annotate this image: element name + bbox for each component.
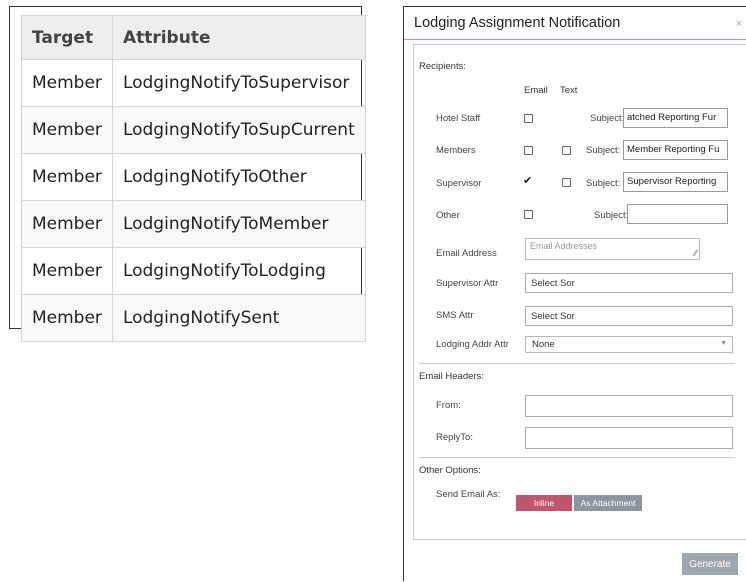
text-column-header: Text: [560, 85, 578, 96]
table-row: Member LodgingNotifyToSupCurrent: [21, 106, 366, 154]
table-row: Member LodgingNotifyToLodging: [21, 247, 366, 295]
lodging-addr-attr-value: None: [532, 339, 555, 350]
resize-handle-icon[interactable]: ⁄⁄: [694, 249, 697, 258]
hotel-staff-subject-input[interactable]: atched Reporting Fur: [623, 108, 728, 128]
lodging-addr-attr-select[interactable]: None ▼: [525, 336, 733, 353]
modal-body: Recipients: Email Text Hotel Staff Subje…: [413, 44, 746, 540]
supervisor-subject-input[interactable]: Supervisor Reporting: [623, 172, 728, 192]
table-row: Member LodgingNotifyToOther: [21, 153, 366, 201]
members-subject-input[interactable]: Member Reporting Fu: [623, 140, 728, 160]
target-cell: Member: [21, 106, 113, 154]
subject-label: Subject:: [586, 178, 621, 189]
replyto-label: ReplyTo:: [436, 432, 473, 443]
other-subject-input[interactable]: [627, 204, 728, 224]
from-input[interactable]: [525, 395, 733, 417]
sms-attr-label: SMS Attr: [436, 310, 474, 321]
target-cell: Member: [21, 59, 113, 107]
modal-header: Lodging Assignment Notification ×: [404, 7, 746, 40]
recipients-label: Recipients:: [419, 61, 466, 72]
target-column-header: Target: [21, 15, 113, 60]
attribute-column-header: Attribute: [111, 15, 366, 60]
table-row: Member LodgingNotifyToMember: [21, 200, 366, 248]
recipient-label-members: Members: [436, 145, 476, 156]
as-attachment-button[interactable]: As Attachment: [574, 495, 642, 511]
attribute-cell: LodgingNotifyToMember: [111, 200, 366, 248]
subject-label: Subject:: [594, 210, 629, 221]
attribute-cell: LodgingNotifyToLodging: [111, 247, 366, 295]
email-address-label: Email Address: [436, 248, 497, 259]
target-cell: Member: [21, 200, 113, 248]
replyto-input[interactable]: [525, 427, 733, 449]
subject-label: Subject:: [586, 145, 621, 156]
section-divider: [419, 457, 735, 458]
email-column-header: Email: [524, 85, 548, 96]
modal-footer: Generate: [404, 542, 746, 582]
attribute-cell: LodgingNotifyToSupervisor: [111, 59, 366, 107]
supervisor-text-checkbox[interactable]: [562, 178, 571, 187]
other-email-checkbox[interactable]: [524, 210, 533, 219]
email-address-placeholder: Email Addresses: [530, 241, 598, 251]
generate-button[interactable]: Generate: [682, 553, 738, 575]
target-cell: Member: [21, 294, 113, 342]
close-icon[interactable]: ×: [736, 18, 742, 30]
lodging-addr-attr-label: Lodging Addr Attr: [436, 339, 509, 350]
supervisor-attr-select[interactable]: Select Sor: [525, 273, 733, 293]
members-email-checkbox[interactable]: [524, 146, 533, 155]
supervisor-email-checkmark-icon[interactable]: ✔: [523, 176, 532, 187]
other-options-label: Other Options:: [419, 465, 481, 476]
target-cell: Member: [21, 247, 113, 295]
hotel-staff-email-checkbox[interactable]: [524, 114, 533, 123]
target-cell: Member: [21, 153, 113, 201]
modal-title: Lodging Assignment Notification: [414, 15, 621, 31]
email-headers-label: Email Headers:: [419, 371, 484, 382]
table-header-row: Target Attribute: [21, 15, 366, 60]
from-label: From:: [436, 400, 461, 411]
members-text-checkbox[interactable]: [562, 146, 571, 155]
dropdown-arrow-icon: ▼: [720, 340, 727, 347]
table-row: Member LodgingNotifyToSupervisor: [21, 59, 366, 107]
table-row: Member LodgingNotifySent: [21, 294, 366, 342]
attribute-cell: LodgingNotifyToSupCurrent: [111, 106, 366, 154]
recipient-label-hotel-staff: Hotel Staff: [436, 113, 481, 124]
send-email-as-label: Send Email As:: [436, 489, 501, 500]
attribute-table: Target Attribute Member LodgingNotifyToS…: [21, 15, 366, 342]
inline-html-button[interactable]: Inline HTML: [516, 495, 572, 524]
lodging-notification-modal: Lodging Assignment Notification × Recipi…: [403, 6, 746, 581]
section-divider: [419, 363, 735, 364]
email-address-textarea[interactable]: Email Addresses ⁄⁄: [525, 238, 700, 260]
attribute-cell: LodgingNotifyToOther: [111, 153, 366, 201]
subject-label: Subject:: [590, 113, 625, 124]
recipient-label-supervisor: Supervisor: [436, 178, 482, 189]
attribute-cell: LodgingNotifySent: [111, 294, 366, 342]
attribute-table-panel: Target Attribute Member LodgingNotifyToS…: [9, 6, 366, 342]
sms-attr-select[interactable]: Select Sor: [525, 306, 733, 326]
recipient-label-other: Other: [436, 210, 460, 221]
supervisor-attr-label: Supervisor Attr: [436, 278, 499, 289]
